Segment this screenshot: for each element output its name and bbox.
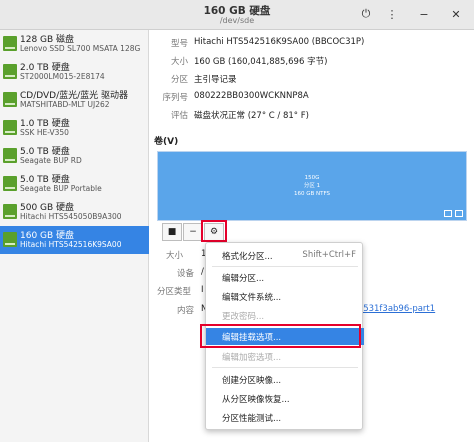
menu-item-edit-filesystem[interactable]: 编辑文件系统...: [206, 288, 364, 305]
menu-item-create-partition-image[interactable]: 创建分区映像...: [206, 371, 364, 388]
menu-item-restore-partition-image[interactable]: 从分区映像恢复...: [206, 390, 364, 407]
drive-model: Hitachi HTS542516K9SA00: [20, 240, 122, 249]
serial-value: 080222BB0300WCKNNP8A: [194, 91, 309, 101]
filesystem-icon: [444, 210, 452, 217]
model-label: 型号: [170, 39, 188, 49]
partition-block-line: 150G: [304, 175, 320, 181]
menu-item-label: 编辑文件系统...: [222, 293, 282, 303]
menu-item-label: 更改密码...: [222, 312, 265, 322]
unlocked-icon: [455, 210, 463, 217]
menu-item-label: 分区性能测试...: [222, 414, 282, 424]
drive-icon: [3, 232, 17, 247]
menu-item-label: 编辑分区...: [222, 274, 265, 284]
menu-item-label: 格式化分区...: [222, 252, 273, 262]
window-subtitle: /dev/sde: [219, 16, 255, 25]
gear-button-highlight: [201, 220, 227, 242]
drive-item[interactable]: 128 GB 磁盘 Lenovo SSD SL700 MSATA 128G: [0, 30, 149, 58]
partition-type-value: I: [201, 285, 204, 295]
menu-separator: [212, 367, 358, 368]
assessment-value: 磁盘状况正常 (27° C / 81° F): [194, 111, 309, 121]
partition-block[interactable]: 150G 分区 1 160 GB NTFS: [157, 151, 467, 221]
partition-block-text: 150G 分区 1 160 GB NTFS: [158, 174, 466, 198]
power-icon[interactable]: ⏻: [356, 5, 376, 23]
serial-label: 序列号: [162, 93, 188, 103]
drive-item[interactable]: 2.0 TB 硬盘 ST2000LM015-2E8174: [0, 58, 149, 86]
partition-block-line: 160 GB NTFS: [293, 191, 331, 197]
drive-item[interactable]: CD/DVD/蓝光/蓝光 驱动器 MATSHITABD-MLT UJ262: [0, 86, 149, 114]
stop-button[interactable]: ■: [162, 223, 182, 241]
menu-icon[interactable]: ⋮: [382, 5, 402, 23]
drive-item-selected[interactable]: 160 GB 硬盘 Hitachi HTS542516K9SA00: [0, 226, 149, 254]
drive-model: Lenovo SSD SL700 MSATA 128G: [20, 44, 141, 53]
drive-icon: [3, 120, 17, 135]
drive-icon: [3, 148, 17, 163]
drive-icon: [3, 36, 17, 51]
partitioning-label: 分区: [170, 75, 188, 85]
size-label: 大小: [170, 57, 188, 67]
menu-separator: [212, 266, 358, 267]
menu-item-edit-encryption-options: 编辑加密选项...: [206, 348, 364, 365]
delete-partition-button[interactable]: −: [183, 223, 203, 241]
drive-model: Seagate BUP RD: [20, 156, 82, 165]
partitioning-value: 主引导记录: [194, 75, 237, 85]
menu-item-shortcut: Shift+Ctrl+F: [302, 250, 356, 260]
drive-model: MATSHITABD-MLT UJ262: [20, 100, 110, 109]
drive-icon: [3, 176, 17, 191]
minimize-icon[interactable]: −: [414, 5, 434, 23]
menu-item-change-passphrase: 更改密码...: [206, 307, 364, 324]
partition-size-label: 大小: [166, 251, 184, 261]
partition-type-label: 分区类型: [157, 287, 192, 297]
drive-model: Seagate BUP Portable: [20, 184, 102, 193]
menu-item-label: 编辑加密选项...: [222, 353, 282, 363]
size-value: 160 GB (160,041,885,696 字节): [194, 57, 328, 67]
menu-item-label: 创建分区映像...: [222, 376, 282, 386]
drive-icon: [3, 64, 17, 79]
volumes-title: 卷(V): [154, 137, 179, 147]
device-value: /: [201, 267, 204, 277]
mount-point-link[interactable]: a531f3ab96-part1: [358, 304, 435, 314]
drive-icon: [3, 204, 17, 219]
drive-model: SSK HE-V350: [20, 128, 69, 137]
contents-label: 内容: [177, 306, 195, 316]
title-bar: 160 GB 硬盘 /dev/sde ⏻ ⋮ − ✕: [0, 0, 474, 30]
drive-item[interactable]: 1.0 TB 硬盘 SSK HE-V350: [0, 114, 149, 142]
close-icon[interactable]: ✕: [446, 5, 466, 23]
drive-list: 128 GB 磁盘 Lenovo SSD SL700 MSATA 128G 2.…: [0, 30, 149, 442]
device-label: 设备: [177, 269, 195, 279]
assessment-label: 评估: [170, 111, 188, 121]
drive-item[interactable]: 500 GB 硬盘 Hitachi HTS545050B9A300: [0, 198, 149, 226]
drive-model: ST2000LM015-2E8174: [20, 72, 105, 81]
mount-options-highlight: [200, 324, 361, 348]
partition-block-line: 分区 1: [303, 183, 321, 189]
optical-drive-icon: [3, 92, 17, 107]
model-value: Hitachi HTS542516K9SA00 (BBCOC31P): [194, 37, 365, 47]
menu-item-format-partition[interactable]: 格式化分区... Shift+Ctrl+F: [206, 247, 364, 264]
menu-item-edit-partition[interactable]: 编辑分区...: [206, 269, 364, 286]
drive-item[interactable]: 5.0 TB 硬盘 Seagate BUP RD: [0, 142, 149, 170]
menu-item-label: 从分区映像恢复...: [222, 395, 290, 405]
drive-item[interactable]: 5.0 TB 硬盘 Seagate BUP Portable: [0, 170, 149, 198]
drive-model: Hitachi HTS545050B9A300: [20, 212, 122, 221]
menu-item-benchmark-partition[interactable]: 分区性能测试...: [206, 409, 364, 426]
